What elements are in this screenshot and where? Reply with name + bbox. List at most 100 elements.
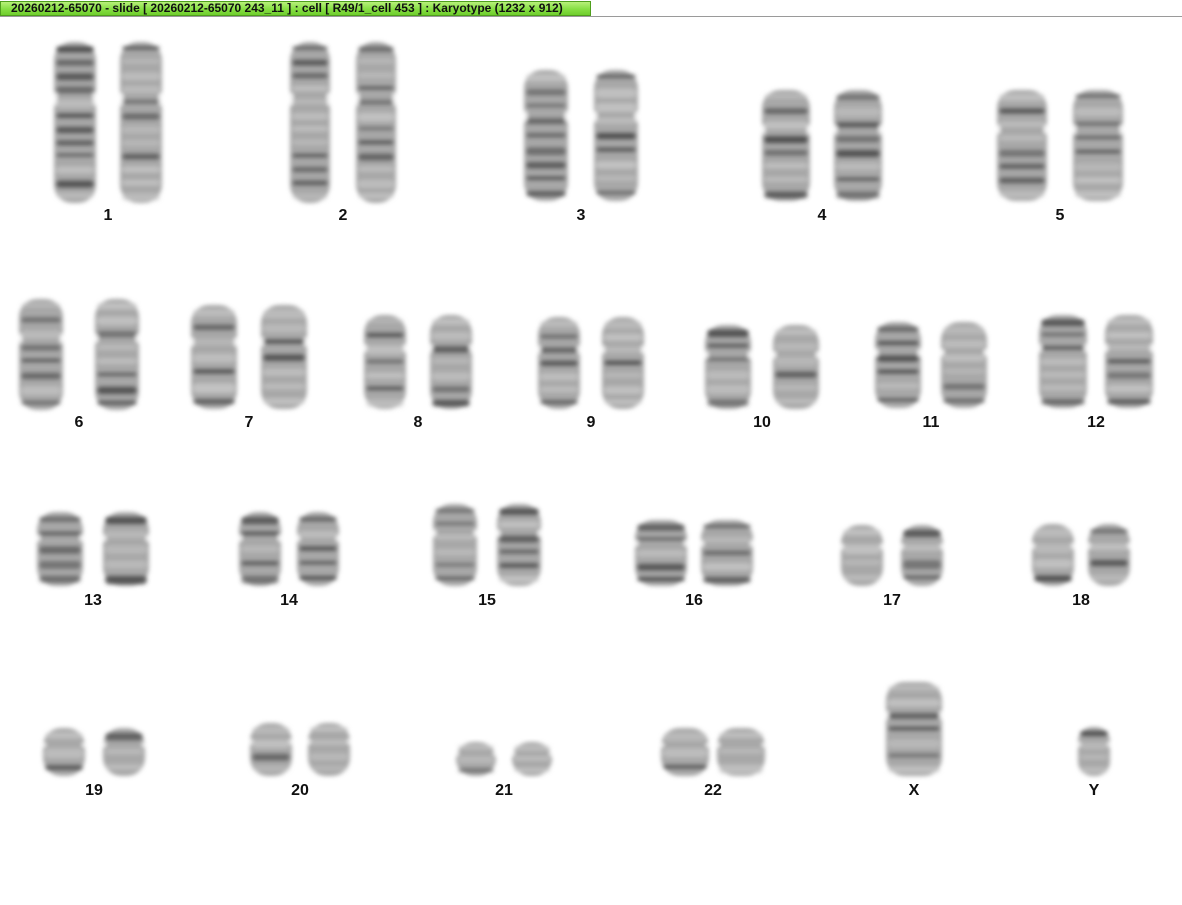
chromosome-12-copy-2 (1103, 315, 1155, 408)
chromosome-pair-22[interactable] (659, 726, 767, 778)
chromosome-pair-image (17, 299, 141, 410)
chromosome-16-copy-2 (699, 520, 755, 586)
chromosome-pair-image (189, 305, 309, 409)
chromosome-x-copy-1 (884, 682, 944, 776)
chromosome-pair-8[interactable] (362, 313, 474, 411)
chromosome-label-21: 21 (495, 782, 513, 799)
chromosome-pair-image (288, 42, 398, 203)
chromosome-pair-10[interactable] (703, 323, 821, 411)
chromosome-22-copy-1 (659, 728, 711, 776)
chromosome-15-copy-1 (431, 504, 479, 586)
chromosome-label-1: 1 (103, 207, 113, 224)
window-title-tab[interactable]: 20260212-65070 - slide [ 20260212-65070 … (0, 1, 591, 16)
chromosome-19-copy-1 (41, 728, 87, 776)
chromosome-4-copy-2 (832, 90, 884, 201)
chromosome-pair-image (536, 317, 646, 409)
chromosome-10-copy-2 (771, 325, 821, 409)
chromosome-pair-1[interactable] (52, 40, 164, 205)
chromosome-pair-21[interactable] (454, 740, 554, 778)
chromosome-pair-image (237, 512, 341, 586)
chromosome-19-copy-2 (101, 728, 147, 776)
chromosome-pair-4[interactable] (760, 88, 884, 203)
chromosome-2-copy-2 (354, 42, 398, 203)
chromosome-pair-image (873, 322, 989, 408)
chromosome-pair-13[interactable] (35, 510, 151, 588)
chromosome-pair-11[interactable] (873, 320, 989, 410)
chromosome-label-9: 9 (586, 414, 596, 431)
chromosome-pair-image (839, 525, 945, 586)
chromosome-pair-image (454, 742, 554, 776)
chromosome-18-copy-1 (1030, 524, 1076, 586)
chromosome-11-copy-2 (939, 322, 989, 408)
chromosome-label-2: 2 (338, 207, 348, 224)
chromosome-pair-17[interactable] (839, 523, 945, 588)
chromosome-label-4: 4 (817, 207, 827, 224)
chromosome-label-11: 11 (922, 414, 940, 431)
chromosome-20-copy-2 (306, 723, 352, 776)
chromosome-1-copy-1 (52, 42, 98, 203)
chromosome-pair-x[interactable] (884, 680, 944, 778)
chromosome-13-copy-2 (101, 512, 151, 586)
chromosome-3-copy-1 (522, 70, 570, 201)
chromosome-pair-image (522, 70, 640, 201)
chromosome-label-12: 12 (1087, 414, 1105, 431)
chromosome-label-x: X (908, 782, 920, 799)
chromosome-13-copy-1 (35, 512, 85, 586)
chromosome-pair-6[interactable] (17, 297, 141, 412)
chromosome-21-copy-2 (510, 742, 554, 776)
chromosome-label-10: 10 (753, 414, 771, 431)
chromosome-14-copy-2 (295, 512, 341, 586)
chromosome-label-3: 3 (576, 207, 586, 224)
chromosome-pair-2[interactable] (288, 40, 398, 205)
chromosome-label-18: 18 (1072, 592, 1090, 609)
chromosome-label-14: 14 (280, 592, 298, 609)
chromosome-17-copy-1 (839, 525, 885, 586)
chromosome-22-copy-2 (715, 728, 767, 776)
chromosome-pair-image (1030, 524, 1132, 586)
chromosome-label-16: 16 (685, 592, 703, 609)
chromosome-pair-15[interactable] (431, 502, 543, 588)
chromosome-y-copy-1 (1076, 727, 1112, 776)
chromosome-pair-image (248, 723, 352, 776)
chromosome-8-copy-1 (362, 315, 408, 409)
chromosome-pair-14[interactable] (237, 510, 341, 588)
chromosome-pair-5[interactable] (995, 88, 1125, 203)
chromosome-10-copy-1 (703, 325, 753, 409)
chromosome-label-8: 8 (413, 414, 423, 431)
chromosome-pair-3[interactable] (522, 68, 640, 203)
chromosome-pair-image (884, 682, 944, 776)
chromosome-5-copy-1 (995, 90, 1049, 201)
chromosome-pair-20[interactable] (248, 721, 352, 778)
chromosome-2-copy-1 (288, 42, 332, 203)
chromosome-pair-image (1037, 315, 1155, 408)
chromosome-8-copy-2 (428, 315, 474, 409)
chromosome-pair-image (633, 520, 755, 586)
chromosome-7-copy-1 (189, 305, 239, 409)
chromosome-21-copy-1 (454, 742, 498, 776)
karyogram-canvas: 1 2 3 4 5 6 7 8 9 10 11 12 13 14 15 16 17 18 19 20 21 22 X Y (0, 18, 1182, 905)
chromosome-label-19: 19 (85, 782, 103, 799)
chromosome-label-y: Y (1088, 782, 1100, 799)
chromosome-6-copy-2 (93, 299, 141, 410)
chromosome-7-copy-2 (259, 305, 309, 409)
chromosome-12-copy-1 (1037, 315, 1089, 408)
chromosome-pair-image (703, 325, 821, 409)
chromosome-pair-19[interactable] (41, 726, 147, 778)
chromosome-pair-image (659, 728, 767, 776)
chromosome-15-copy-2 (495, 504, 543, 586)
chromosome-label-7: 7 (244, 414, 254, 431)
chromosome-label-22: 22 (704, 782, 722, 799)
chromosome-pair-y[interactable] (1076, 725, 1112, 778)
chromosome-1-copy-2 (118, 42, 164, 203)
chromosome-label-6: 6 (74, 414, 84, 431)
chromosome-pair-7[interactable] (189, 303, 309, 411)
chromosome-label-13: 13 (84, 592, 102, 609)
chromosome-pair-16[interactable] (633, 518, 755, 588)
chromosome-4-copy-1 (760, 90, 812, 201)
chromosome-pair-18[interactable] (1030, 522, 1132, 588)
chromosome-pair-9[interactable] (536, 315, 646, 411)
chromosome-pair-image (760, 90, 884, 201)
chromosome-5-copy-2 (1071, 90, 1125, 201)
chromosome-pair-12[interactable] (1037, 313, 1155, 410)
chromosome-17-copy-2 (899, 525, 945, 586)
